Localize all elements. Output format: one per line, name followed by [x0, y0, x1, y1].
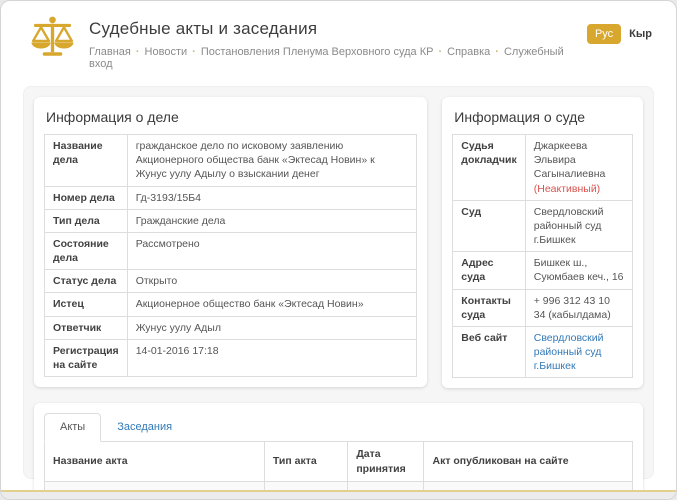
scales-of-justice-logo-icon	[29, 15, 76, 62]
field-value: гражданское дело по исковому заявлению А…	[127, 135, 417, 187]
field-label: Номер дела	[45, 186, 128, 209]
field-value: Рассмотрено	[127, 232, 417, 269]
case-info-row: ОтветчикЖунус уулу Адыл	[45, 316, 417, 339]
case-info-row: Регистрация на сайте14-01-2016 17:18	[45, 339, 417, 376]
acts-column-header: Акт опубликован на сайте	[424, 442, 633, 481]
footer-bar	[1, 490, 676, 499]
court-website-link[interactable]: Свердловский районный суд г.Бишкек	[534, 332, 604, 372]
field-label: Адрес суда	[453, 252, 525, 289]
court-info-row: Контакты суда+ 996 312 43 10 34 (кабылда…	[453, 289, 633, 326]
case-info-table: Название делагражданское дело по исковом…	[44, 134, 417, 377]
acts-column-header: Дата принятия	[348, 442, 424, 481]
main-content: Информация о деле Название делагражданск…	[23, 86, 654, 479]
court-info-title: Информация о суде	[454, 109, 633, 125]
lang-button-rus[interactable]: Рус	[587, 24, 621, 44]
main-nav: Главная · Новости · Постановления Пленума Ве…	[89, 46, 587, 70]
field-value: Открыто	[127, 270, 417, 293]
nav-link-4[interactable]: Справка	[447, 46, 490, 58]
field-value: Жунус уулу Адыл	[127, 316, 417, 339]
info-cards-row: Информация о деле Название делагражданск…	[34, 97, 643, 388]
field-value: Свердловский районный суд г.Бишкек	[525, 326, 632, 378]
field-label: Контакты суда	[453, 289, 525, 326]
case-info-row: Номер делаГд-3193/15Б4	[45, 186, 417, 209]
field-label: Название дела	[45, 135, 128, 187]
field-label: Состояние дела	[45, 232, 128, 269]
field-value: Гражданские дела	[127, 209, 417, 232]
case-info-row: Тип делаГражданские дела	[45, 209, 417, 232]
field-value: Джаркеева Эльвира Сагыналиевна (Неактивн…	[525, 135, 632, 201]
nav-separator-icon: ·	[438, 46, 442, 58]
language-switcher: Рус Кыр	[587, 15, 652, 44]
case-info-row: ИстецАкционерное общество банк «Эктесад …	[45, 293, 417, 316]
acts-tabs: АктыЗаседания	[44, 413, 633, 442]
browser-window: Судебные акты и заседания Главная · Новост…	[0, 0, 677, 500]
case-info-row: Название делагражданское дело по исковом…	[45, 135, 417, 187]
nav-link-2[interactable]: Новости	[145, 46, 188, 58]
nav-link-3[interactable]: Постановления Пленума Верховного суда КР	[201, 46, 434, 58]
nav-link-1[interactable]: Главная	[89, 46, 131, 58]
nav-separator-icon: ·	[495, 46, 499, 58]
field-label: Суд	[453, 200, 525, 252]
field-value: + 996 312 43 10 34 (кабылдама)	[525, 289, 632, 326]
field-label: Статус дела	[45, 270, 128, 293]
court-info-row: Адрес судаБишкек ш., Суюмбаев кеч., 16	[453, 252, 633, 289]
court-info-row: Веб сайтСвердловский районный суд г.Бишк…	[453, 326, 633, 378]
case-info-row: Состояние делаРассмотрено	[45, 232, 417, 269]
field-value: 14-01-2016 17:18	[127, 339, 417, 376]
acts-panel: АктыЗаседания Название актаТип актаДата …	[34, 403, 643, 500]
inactive-status-note: (Неактивный)	[534, 183, 600, 195]
lang-button-kyr[interactable]: Кыр	[629, 28, 652, 40]
nav-separator-icon: ·	[136, 46, 140, 58]
field-value: Акционерное общество банк «Эктесад Новин…	[127, 293, 417, 316]
court-info-panel: Информация о суде Судья докладчикДжаркее…	[442, 97, 643, 388]
page-title: Судебные акты и заседания	[89, 19, 587, 39]
acts-column-header: Тип акта	[264, 442, 347, 481]
field-label: Веб сайт	[453, 326, 525, 378]
case-info-panel: Информация о деле Название делагражданск…	[34, 97, 427, 387]
field-label: Судья докладчик	[453, 135, 525, 201]
nav-separator-icon: ·	[192, 46, 196, 58]
court-info-row: СудСвердловский районный суд г.Бишкек	[453, 200, 633, 252]
field-label: Тип дела	[45, 209, 128, 232]
field-label: Истец	[45, 293, 128, 316]
site-header: Судебные акты и заседания Главная · Новост…	[1, 1, 676, 70]
field-label: Ответчик	[45, 316, 128, 339]
acts-column-header: Название акта	[45, 442, 265, 481]
court-info-row: Судья докладчикДжаркеева Эльвира Сагынал…	[453, 135, 633, 201]
tab-sessions[interactable]: Заседания	[101, 413, 188, 441]
case-info-row: Статус делаОткрыто	[45, 270, 417, 293]
field-label: Регистрация на сайте	[45, 339, 128, 376]
title-block: Судебные акты и заседания Главная · Новост…	[89, 15, 587, 70]
tab-acts[interactable]: Акты	[44, 413, 101, 442]
court-info-table: Судья докладчикДжаркеева Эльвира Сагынал…	[452, 134, 633, 378]
case-info-title: Информация о деле	[46, 109, 417, 125]
field-value: Гд-3193/15Б4	[127, 186, 417, 209]
field-value: Свердловский районный суд г.Бишкек	[525, 200, 632, 252]
field-value: Бишкек ш., Суюмбаев кеч., 16	[525, 252, 632, 289]
